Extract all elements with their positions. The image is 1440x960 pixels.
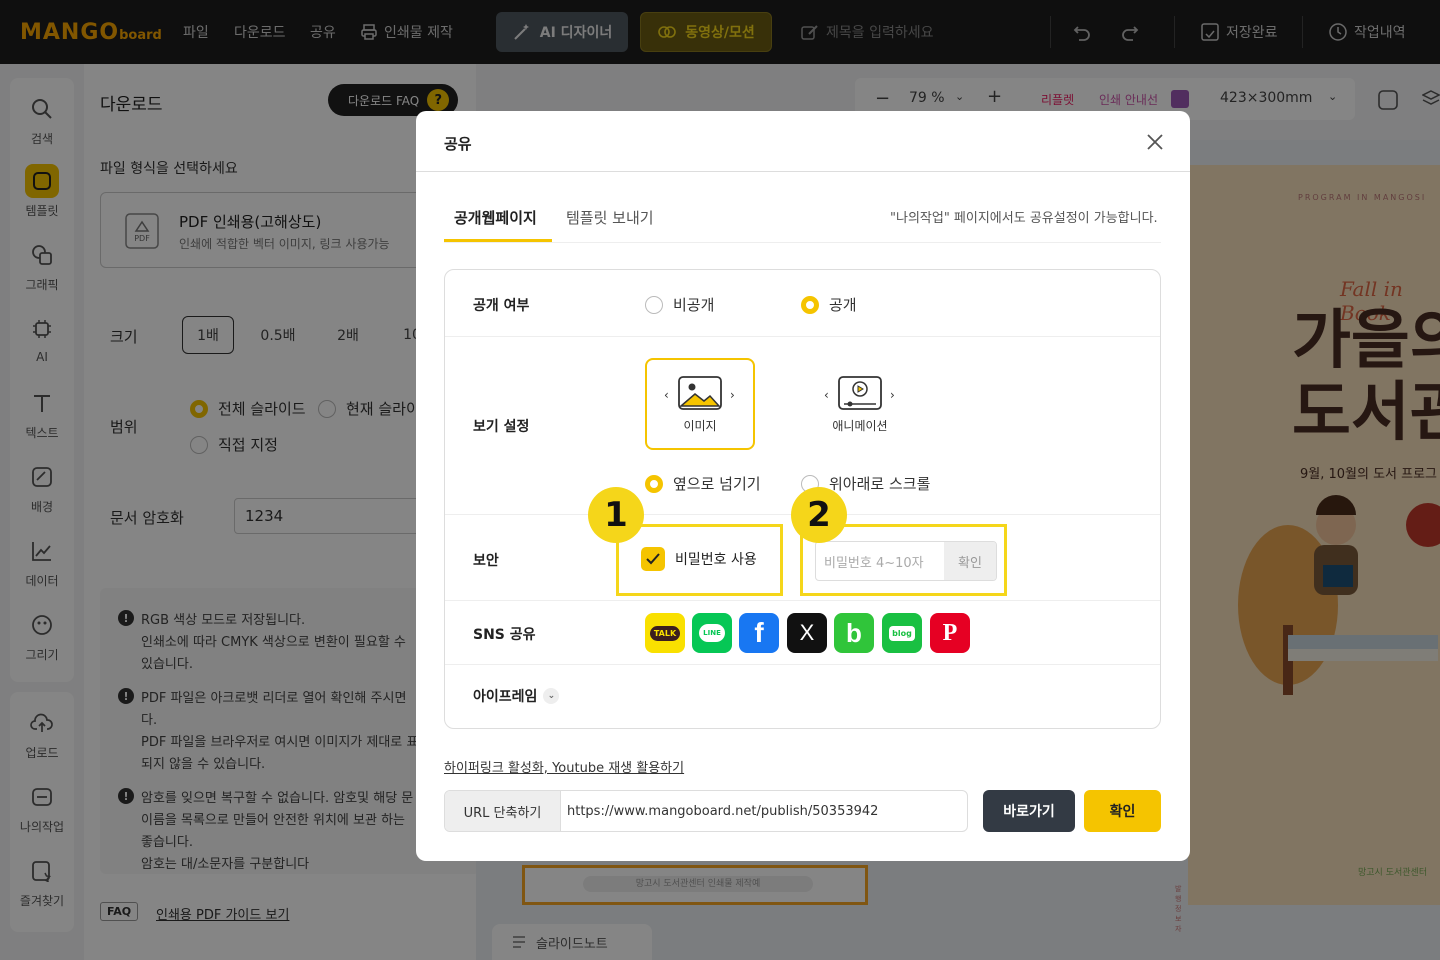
- naver-blog-share-button[interactable]: blog: [882, 613, 922, 653]
- view-animation-label: 애니메이션: [832, 418, 888, 433]
- row-divider: [445, 336, 1160, 337]
- image-icon: ‹ ›: [664, 375, 735, 410]
- use-password-checkbox[interactable]: 비밀번호 사용: [641, 547, 757, 571]
- public-radio[interactable]: 공개: [801, 294, 857, 315]
- tab-divider: [444, 242, 1161, 243]
- facebook-share-button[interactable]: f: [739, 613, 779, 653]
- use-password-label: 비밀번호 사용: [675, 552, 757, 568]
- row-divider: [445, 600, 1160, 601]
- check-icon: [646, 553, 660, 565]
- tab-send-template[interactable]: 템플릿 보내기: [566, 207, 654, 228]
- shorten-url-button[interactable]: URL 단축하기: [445, 791, 561, 831]
- close-icon[interactable]: [1144, 131, 1166, 153]
- svg-text:‹: ‹: [824, 388, 829, 402]
- public-label: 공개 여부: [473, 298, 530, 314]
- share-password-field: 비밀번호 4~10자 확인: [815, 541, 997, 581]
- share-password-input[interactable]: 비밀번호 4~10자: [816, 542, 944, 580]
- use-password-highlight: 비밀번호 사용: [616, 524, 783, 596]
- flip-side-label: 옆으로 넘기기: [673, 475, 761, 493]
- private-radio[interactable]: 비공개: [645, 294, 714, 315]
- x-icon: X: [799, 620, 815, 645]
- animation-icon: ‹ ›: [824, 375, 895, 410]
- sns-label: SNS 공유: [473, 627, 536, 643]
- scroll-vertical-label: 위아래로 스크롤: [829, 475, 931, 493]
- active-tab-indicator: [444, 239, 552, 242]
- dialog-title: 공유: [444, 135, 472, 153]
- tab-public-web[interactable]: 공개웹페이지: [454, 207, 537, 228]
- radio-selected: [801, 295, 819, 314]
- view-image-label: 이미지: [683, 418, 717, 433]
- kakao-icon: TALK: [649, 625, 681, 641]
- share-note: "나의작업" 페이지에서도 공유설정이 가능합니다.: [890, 211, 1158, 226]
- svg-text:‹: ‹: [664, 388, 669, 402]
- url-bar: URL 단축하기 https://www.mangoboard.net/publ…: [444, 790, 968, 832]
- row-divider: [445, 664, 1160, 665]
- dialog-divider: [416, 171, 1190, 172]
- view-label: 보기 설정: [473, 419, 530, 435]
- kakaotalk-share-button[interactable]: TALK: [645, 613, 685, 653]
- line-share-button[interactable]: LINE: [692, 613, 732, 653]
- public-option-label: 공개: [829, 296, 857, 314]
- step-badge-2: 2: [791, 487, 847, 543]
- radio-selected: [645, 474, 663, 493]
- pinterest-icon: P: [942, 619, 958, 646]
- blog-icon: blog: [889, 625, 915, 641]
- iframe-label: 아이프레임: [473, 689, 538, 705]
- confirm-button[interactable]: 확인: [1084, 790, 1161, 832]
- chevron-down-icon: ⌄: [543, 688, 560, 704]
- security-label: 보안: [473, 553, 499, 569]
- view-image-option[interactable]: ‹ › 이미지: [645, 358, 755, 450]
- svg-text:›: ›: [730, 388, 735, 402]
- facebook-icon: f: [754, 617, 764, 648]
- hyperlink-help-link[interactable]: 하이퍼링크 활성화, Youtube 재생 활용하기: [444, 757, 684, 776]
- flip-side-radio[interactable]: 옆으로 넘기기: [645, 473, 761, 494]
- x-share-button[interactable]: X: [787, 613, 827, 653]
- password-confirm-button[interactable]: 확인: [944, 542, 996, 580]
- pinterest-share-button[interactable]: P: [930, 613, 970, 653]
- view-animation-option[interactable]: ‹ › 애니메이션: [805, 358, 915, 450]
- share-url-field[interactable]: https://www.mangoboard.net/publish/50353…: [561, 791, 967, 831]
- iframe-toggle[interactable]: 아이프레임 ⌄: [473, 686, 560, 706]
- private-label: 비공개: [673, 296, 715, 314]
- checkbox-checked: [641, 547, 665, 571]
- goto-button[interactable]: 바로가기: [983, 790, 1075, 832]
- step-badge-1: 1: [588, 487, 644, 543]
- svg-text:›: ›: [890, 388, 895, 402]
- band-icon: b: [846, 617, 862, 648]
- band-share-button[interactable]: b: [834, 613, 874, 653]
- line-icon: LINE: [699, 624, 725, 642]
- share-dialog: 공유 공개웹페이지 템플릿 보내기 "나의작업" 페이지에서도 공유설정이 가능…: [416, 111, 1190, 861]
- radio-unselected: [645, 295, 663, 314]
